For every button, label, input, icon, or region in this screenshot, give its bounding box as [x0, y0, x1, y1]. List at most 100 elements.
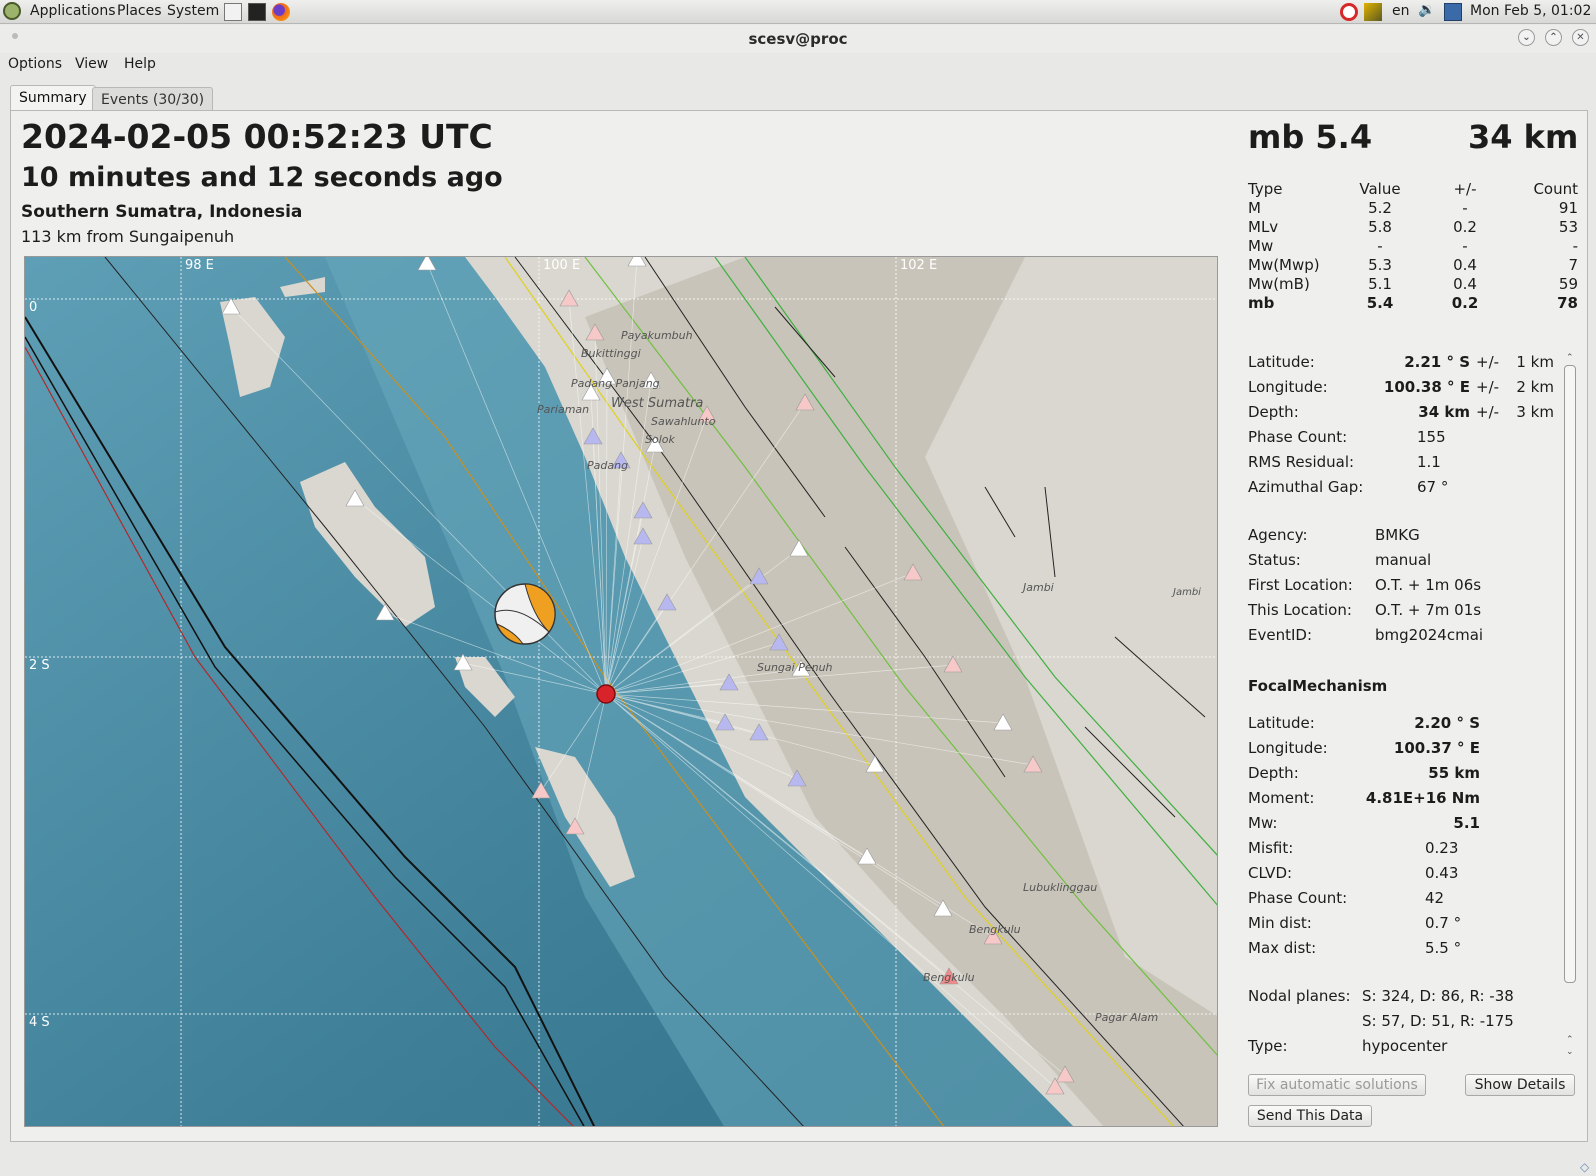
event_id-label: EventID: — [1248, 626, 1312, 644]
fm-misfit-value: 0.23 — [1425, 839, 1459, 857]
fm-type-value: hypocenter — [1362, 1037, 1448, 1055]
network-status-icon[interactable] — [1340, 3, 1358, 21]
fm-phase_count-label: Phase Count: — [1248, 889, 1348, 907]
resize-grip-icon[interactable]: ◇ — [1580, 1160, 1594, 1174]
event-nearest-city: 113 km from Sungaipenuh — [21, 227, 235, 246]
display-applet-icon[interactable] — [1364, 3, 1382, 21]
nodal-plane-1: S: 324, D: 86, R: -38 — [1362, 987, 1514, 1005]
places-menu[interactable]: Places — [117, 3, 162, 19]
terminal-launcher-icon[interactable] — [248, 3, 266, 21]
map-canvas: 98 E 100 E 102 E 0 2 S 4 S Payakumbuh Bu… — [25, 257, 1217, 1126]
place-sungai-penuh: Sungai Penuh — [757, 661, 833, 674]
window-title: scesv@proc — [748, 30, 848, 48]
place-solok: Solok — [645, 433, 675, 446]
latitude-label: Latitude: — [1248, 353, 1315, 371]
keyboard-layout-indicator[interactable]: en — [1392, 3, 1410, 19]
scroll-bottom-arrow-icon[interactable]: ⌄ — [1566, 1047, 1574, 1057]
text-editor-launcher-icon[interactable] — [224, 3, 242, 21]
maximize-button[interactable]: ⌃ — [1545, 29, 1562, 46]
mag-value: 5.8 — [1368, 218, 1392, 236]
event-time-ago: 10 minutes and 12 seconds ago — [21, 162, 503, 193]
mag-type: M — [1248, 199, 1261, 217]
mag-count: 59 — [1558, 275, 1578, 293]
event-map[interactable]: 98 E 100 E 102 E 0 2 S 4 S Payakumbuh Bu… — [24, 256, 1218, 1127]
nodal-plane-2: S: 57, D: 51, R: -175 — [1362, 1012, 1514, 1030]
mag-value: 5.1 — [1368, 275, 1392, 293]
event_id-value: bmg2024cmai — [1375, 626, 1484, 644]
magnitude-row: MLv 5.8 0.2 53 — [1248, 218, 1578, 237]
magnitude-row: Mw(mB) 5.1 0.4 59 — [1248, 275, 1578, 294]
fix-automatic-solutions-button[interactable]: Fix automatic solutions — [1248, 1074, 1426, 1096]
place-jambi: Jambi — [1021, 581, 1054, 594]
mag-error: 0.2 — [1453, 218, 1477, 236]
fm-clvd-value: 0.43 — [1425, 864, 1459, 882]
place-sawahlunto: Sawahlunto — [651, 415, 716, 428]
magnitude-row: M 5.2 - 91 — [1248, 199, 1578, 218]
mag-type: MLv — [1248, 218, 1279, 236]
menu-help[interactable]: Help — [124, 56, 156, 72]
firefox-launcher-icon[interactable] — [272, 3, 290, 21]
mag-value: 5.2 — [1368, 199, 1392, 217]
info-scrollbar[interactable]: ⌃ ⌃ ⌄ — [1563, 353, 1577, 1060]
window-titlebar[interactable]: scesv@proc ⌄ ⌃ ✕ — [0, 25, 1596, 53]
rms-label: RMS Residual: — [1248, 453, 1355, 471]
gnome-foot-icon[interactable] — [3, 2, 21, 20]
fm-min_dist-label: Min dist: — [1248, 914, 1312, 932]
close-button[interactable]: ✕ — [1572, 29, 1589, 46]
mag-count: 7 — [1568, 256, 1578, 274]
col-count: Count — [1533, 180, 1578, 198]
scroll-down-arrow-icon[interactable]: ⌃ — [1566, 1035, 1574, 1045]
menu-view[interactable]: View — [75, 56, 108, 72]
network-monitor-icon[interactable] — [1444, 3, 1462, 21]
mag-type: Mw(mB) — [1248, 275, 1310, 293]
grid-label-102e: 102 E — [900, 258, 937, 273]
grid-label-4s: 4 S — [29, 1015, 50, 1030]
system-menu[interactable]: System — [167, 3, 219, 19]
panel-clock[interactable]: Mon Feb 5, 01:02 — [1470, 3, 1591, 19]
grid-label-0: 0 — [29, 300, 37, 315]
longitude-value: 100.38 ° E — [1383, 378, 1470, 396]
depth-label: Depth: — [1248, 403, 1299, 421]
phase_count-value: 155 — [1417, 428, 1446, 446]
scroll-thumb[interactable] — [1564, 365, 1576, 983]
applications-menu[interactable]: Applications — [30, 3, 116, 19]
event-time: 2024-02-05 00:52:23 UTC — [21, 117, 493, 156]
depth-headline: 34 km — [1468, 118, 1579, 156]
magnitude-table-header: Type Value +/- Count — [1248, 180, 1578, 199]
tab-summary[interactable]: Summary — [10, 85, 96, 111]
first_location-label: First Location: — [1248, 576, 1353, 594]
fm-depth-value: 55 km — [1428, 764, 1480, 782]
gap-value: 67 ° — [1417, 478, 1449, 496]
place-padang-panjang: Padang Panjang — [571, 377, 660, 390]
this_location-value: O.T. + 7m 01s — [1375, 601, 1482, 619]
longitude-error: 2 km — [1516, 378, 1554, 396]
longitude-label: Longitude: — [1248, 378, 1328, 396]
status-label: Status: — [1248, 551, 1301, 569]
volume-icon[interactable]: 🔉 — [1418, 2, 1436, 20]
grid-label-2s: 2 S — [29, 658, 50, 673]
tab-events[interactable]: Events (30/30) — [92, 87, 214, 111]
status-value: manual — [1375, 551, 1432, 569]
phase_count-label: Phase Count: — [1248, 428, 1348, 446]
fm-depth-label: Depth: — [1248, 764, 1299, 782]
menu-options[interactable]: Options — [8, 56, 62, 72]
depth-pm: +/- — [1476, 403, 1500, 421]
send-this-data-button[interactable]: Send This Data — [1248, 1105, 1372, 1127]
show-details-button[interactable]: Show Details — [1465, 1074, 1575, 1096]
mag-count: 78 — [1557, 294, 1578, 312]
scroll-up-arrow-icon[interactable]: ⌃ — [1566, 353, 1574, 363]
magnitude-headline: mb 5.4 — [1248, 118, 1373, 156]
agency-label: Agency: — [1248, 526, 1308, 544]
fm-mw-label: Mw: — [1248, 814, 1278, 832]
fm-longitude-value: 100.37 ° E — [1393, 739, 1480, 757]
mag-type: Mw — [1248, 237, 1274, 255]
agency-value: BMKG — [1375, 526, 1420, 544]
fm-longitude-label: Longitude: — [1248, 739, 1328, 757]
event-region: Southern Sumatra, Indonesia — [21, 202, 303, 222]
magnitude-table: Type Value +/- Count M 5.2-91 MLv 5.8 0.2 53 M… — [1248, 180, 1578, 313]
minimize-button[interactable]: ⌄ — [1518, 29, 1535, 46]
nodal-planes-label: Nodal planes: — [1248, 987, 1351, 1005]
mag-error: - — [1462, 199, 1468, 217]
focal-mechanism-beachball — [494, 583, 556, 645]
mag-value: 5.4 — [1366, 294, 1394, 312]
